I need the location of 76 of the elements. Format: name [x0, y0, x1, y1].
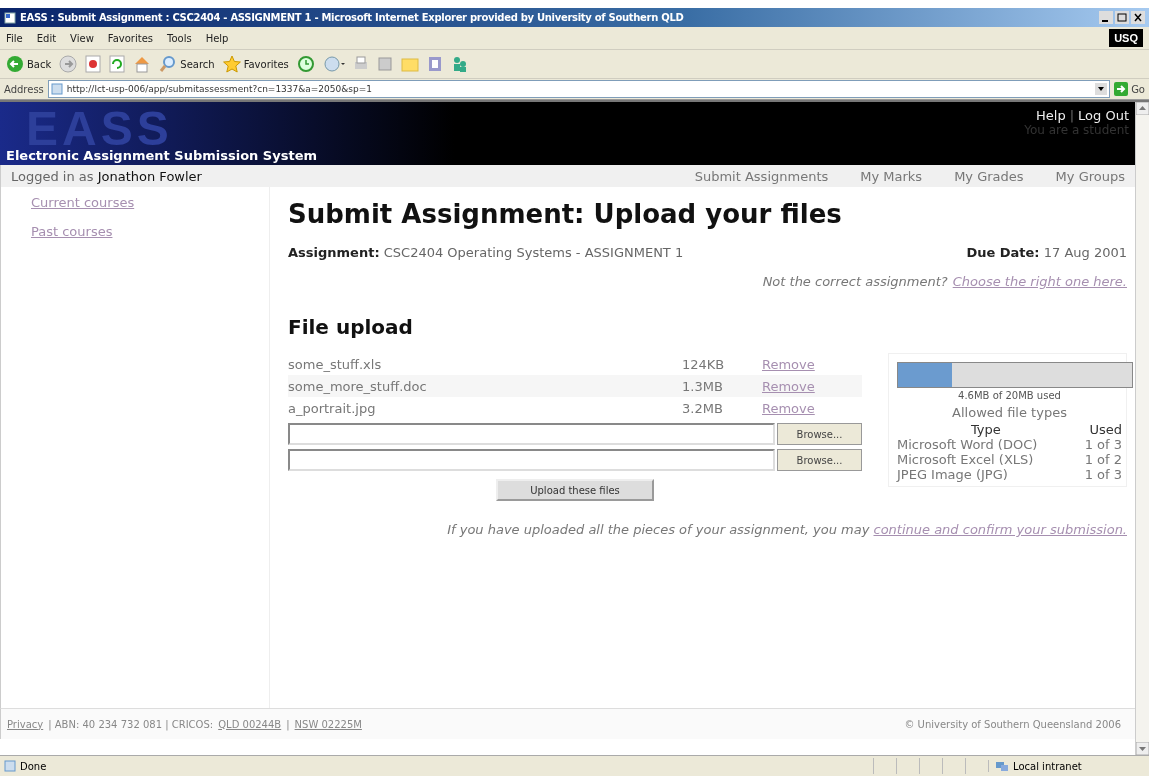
footer-link[interactable]: QLD 00244B [218, 718, 282, 730]
file-name: some_stuff.xls [288, 356, 383, 372]
logged-in-text: Logged in as Jonathon Fowler [11, 168, 202, 184]
confirm-text: If you have uploaded all the pieces of your assignment, you may continue and confirm your submission. [446, 521, 1127, 538]
menu-item[interactable]: Favorites [107, 32, 153, 44]
media-icon[interactable] [426, 55, 443, 73]
table-cell-text: Microsoft Excel (XLS) [897, 452, 1035, 467]
nav-link[interactable]: My Groups [1055, 168, 1125, 184]
go-arrow-icon[interactable] [1114, 82, 1129, 96]
menu-item[interactable]: File [6, 32, 23, 44]
assignment-text: Assignment: CSC2404 Operating Systems - ASSIGNMENT 1 [288, 245, 684, 260]
window-title: EASS : Submit Assignment : CSC2404 - ASSIGNMENT 1 - Microsoft Internet Explorer provided by University of Southern QLD [20, 12, 685, 23]
nav-link[interactable]: My Marks [860, 168, 923, 184]
address-field[interactable]: http://lct-usp-006/app/submitassessment?cn=1337&a=2050&sp=1 [47, 80, 1111, 98]
network-icon[interactable] [995, 760, 1009, 772]
page-icon[interactable] [4, 11, 16, 24]
section-title: File upload [288, 315, 414, 339]
table-cell-text: Microsoft Word (DOC) [897, 437, 1039, 452]
page-title: Submit Assignment: Upload your files [288, 199, 843, 229]
star-icon[interactable] [222, 55, 241, 73]
separator: | [1069, 108, 1075, 123]
scroll-down-icon[interactable] [1136, 742, 1149, 755]
table-cell-text: JPEG Image (JPG) [897, 467, 1009, 482]
address-label: Address [4, 83, 44, 95]
footer-text: | [286, 718, 290, 730]
menu-item[interactable]: View [70, 32, 94, 44]
column-header: Type [969, 422, 1002, 437]
footer-link[interactable]: NSW 02225M [294, 718, 362, 730]
file-input[interactable] [288, 449, 775, 471]
footer-text: | ABN: 40 234 732 081 | CRICOS: [48, 718, 214, 730]
upload-button[interactable]: Upload these files [496, 479, 654, 501]
types-title: Allowed file types [952, 405, 1067, 420]
site-logo: EASS [26, 110, 174, 148]
browser-logo: USQ [1109, 29, 1143, 47]
footer-link[interactable]: Privacy [7, 718, 44, 730]
back-button[interactable]: Back [6, 55, 52, 73]
column-header: Used [1088, 422, 1122, 437]
copyright-text: © University of Southern Queensland 2006 [904, 718, 1121, 730]
scroll-up-icon[interactable] [1136, 102, 1149, 115]
status-text: Done [20, 760, 47, 772]
quota-reading: 4.6MB of 20MB used [958, 390, 1061, 401]
zone-indicator: Local intranet [988, 760, 1145, 772]
header-link[interactable]: Help [1036, 108, 1066, 123]
history-icon[interactable] [296, 55, 315, 73]
nav-link[interactable]: My Grades [954, 168, 1024, 184]
header-link[interactable]: Log Out [1078, 108, 1129, 123]
table-cell-text: 1 of 3 [1083, 437, 1122, 452]
home-icon[interactable] [133, 55, 152, 73]
browse-button[interactable]: Browse... [777, 423, 862, 445]
file-size: 1.3MB [682, 378, 724, 394]
maximize-icon[interactable] [1115, 11, 1129, 24]
file-name: some_more_stuff.doc [288, 378, 428, 394]
refresh-icon[interactable] [109, 55, 126, 73]
dropdown-icon[interactable] [1095, 83, 1108, 95]
file-size: 3.2MB [682, 400, 724, 416]
minimize-icon[interactable] [1099, 11, 1113, 24]
close-icon[interactable] [1131, 11, 1145, 24]
file-name: a_portrait.jpg [288, 400, 377, 416]
prompt-text: Not the correct assignment? [762, 274, 948, 289]
go-button[interactable]: Go [1114, 82, 1145, 96]
search-icon[interactable] [159, 55, 178, 73]
site-name: Electronic Assignment Submission System [6, 148, 317, 165]
menu-item[interactable]: Help [205, 32, 229, 44]
browse-button[interactable]: Browse... [777, 449, 862, 471]
menu-item[interactable]: Edit [36, 32, 57, 44]
nav-link[interactable]: Submit Assignments [694, 168, 829, 184]
menu-item[interactable]: Tools [167, 32, 192, 44]
scrollbar[interactable] [1135, 102, 1149, 755]
table-cell-text: 1 of 3 [1083, 467, 1122, 482]
favorites-button[interactable]: Favorites [222, 55, 289, 73]
stop-icon[interactable] [85, 55, 102, 73]
due-date-text: Due Date: 17 Aug 2001 [966, 245, 1127, 260]
table-cell-text: 1 of 2 [1083, 452, 1122, 467]
file-input[interactable] [288, 423, 775, 445]
search-button[interactable]: Search [159, 55, 215, 73]
file-size: 124KB [682, 356, 726, 372]
